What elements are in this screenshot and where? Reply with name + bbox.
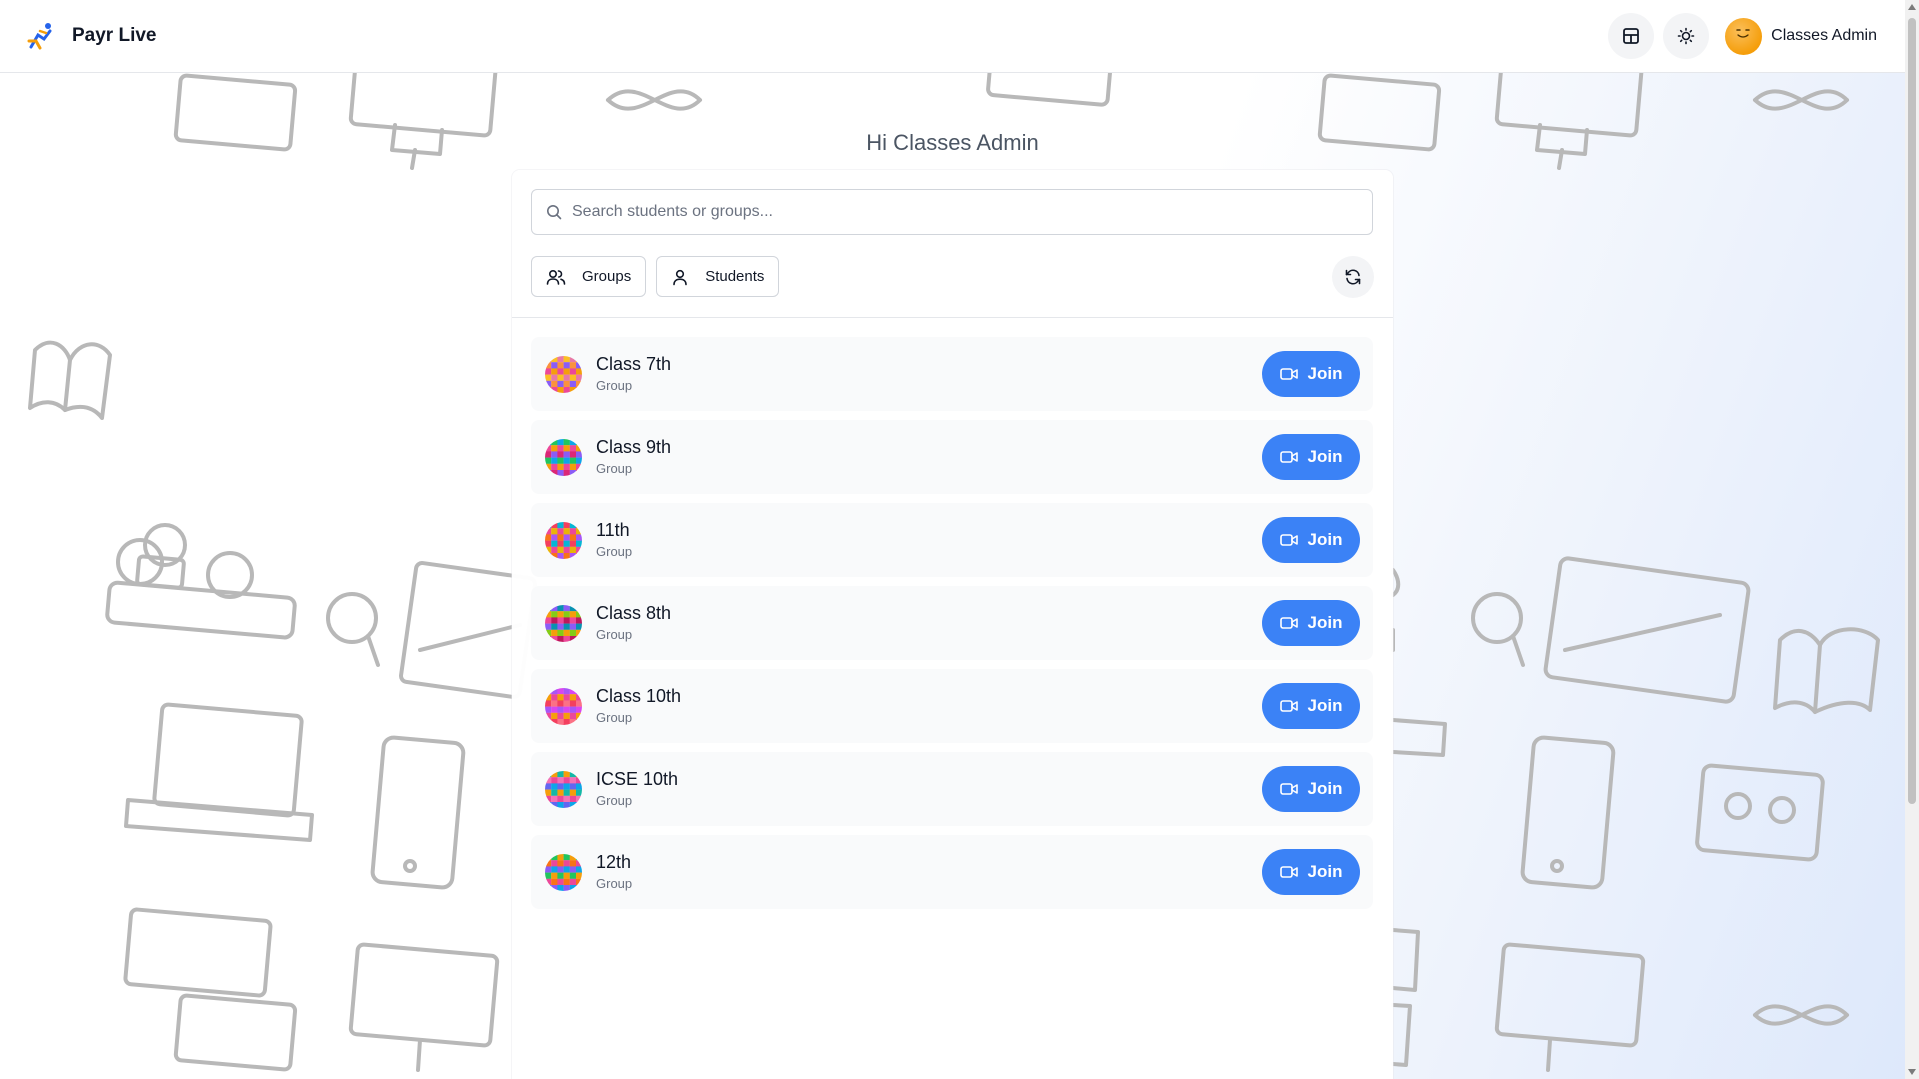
list-item[interactable]: Class 8th Group Join — [531, 586, 1373, 660]
video-camera-icon — [1279, 700, 1298, 712]
refresh-button[interactable] — [1332, 256, 1374, 298]
filter-buttons: Groups Students — [531, 256, 789, 297]
group-type: Group — [596, 461, 633, 476]
group-avatar-pattern-icon — [545, 770, 582, 808]
group-type: Group — [596, 544, 633, 559]
list-item[interactable]: Class 7th Group Join — [531, 337, 1373, 411]
join-button-label: Join — [1307, 779, 1343, 798]
join-button[interactable]: Join — [1262, 517, 1360, 563]
join-button-label: Join — [1307, 613, 1343, 632]
group-avatar-pattern-icon — [545, 687, 582, 725]
groups-filter-button[interactable]: Groups — [531, 256, 647, 297]
video-camera-icon — [1279, 617, 1298, 629]
row-text: Class 10th Group — [596, 685, 681, 727]
scroll-down-arrow-icon[interactable] — [1908, 1069, 1916, 1075]
row-text: Class 7th Group — [596, 353, 671, 395]
group-avatar-pattern-icon — [545, 355, 582, 393]
group-type: Group — [596, 793, 633, 808]
row-text: Class 9th Group — [596, 436, 671, 478]
group-avatar — [545, 604, 582, 642]
group-list: Class 7th Group Join Class 9th Group Joi… — [531, 337, 1373, 918]
group-name: ICSE 10th — [596, 769, 679, 789]
video-camera-icon — [1279, 451, 1298, 463]
video-camera-icon — [1279, 534, 1298, 546]
page-scrollbar[interactable] — [1905, 0, 1919, 1079]
list-item[interactable]: Class 10th Group Join — [531, 669, 1373, 743]
list-item[interactable]: 12th Group Join — [531, 835, 1373, 909]
row-text: 11th Group — [596, 519, 632, 561]
payr-logo-icon — [27, 23, 52, 50]
group-type: Group — [596, 710, 633, 725]
divider — [512, 317, 1393, 318]
join-button[interactable]: Join — [1262, 683, 1360, 729]
group-avatar — [545, 853, 582, 891]
search-box[interactable] — [531, 189, 1373, 235]
row-text: 12th Group — [596, 851, 632, 893]
brand[interactable]: Payr Live — [26, 21, 157, 51]
app-title: Payr Live — [72, 25, 157, 46]
search-input[interactable] — [572, 203, 1352, 221]
groups-filter-label: Groups — [582, 268, 632, 285]
join-button-label: Join — [1307, 364, 1343, 383]
layout-button[interactable] — [1608, 13, 1655, 59]
group-name: Class 8th — [596, 603, 672, 623]
group-type: Group — [596, 378, 633, 393]
user-menu[interactable]: Classes Admin — [1725, 17, 1877, 55]
group-avatar — [545, 770, 582, 808]
avatar — [1725, 17, 1763, 55]
join-button[interactable]: Join — [1262, 600, 1360, 646]
group-name: 11th — [596, 520, 630, 540]
group-type: Group — [596, 627, 633, 642]
video-camera-icon — [1279, 368, 1298, 380]
user-name: Classes Admin — [1771, 27, 1877, 44]
scroll-up-arrow-icon[interactable] — [1908, 4, 1916, 10]
list-item[interactable]: Class 9th Group Join — [531, 420, 1373, 494]
contacts-panel: Groups Students Class 7th Group — [512, 170, 1393, 1079]
group-avatar — [545, 687, 582, 725]
group-avatar — [545, 355, 582, 393]
users-icon — [546, 269, 566, 285]
join-button-label: Join — [1307, 862, 1343, 881]
video-camera-icon — [1279, 866, 1298, 878]
top-bar: Payr Live Classes Admin — [0, 0, 1905, 73]
group-avatar-pattern-icon — [545, 604, 582, 642]
join-button[interactable]: Join — [1262, 351, 1360, 397]
refresh-icon — [1345, 269, 1361, 285]
join-button[interactable]: Join — [1262, 434, 1360, 480]
video-camera-icon — [1279, 783, 1298, 795]
group-avatar — [545, 438, 582, 476]
group-avatar-pattern-icon — [545, 438, 582, 476]
list-item[interactable]: ICSE 10th Group Join — [531, 752, 1373, 826]
group-name: 12th — [596, 852, 632, 872]
students-filter-button[interactable]: Students — [656, 256, 780, 297]
students-filter-label: Students — [705, 268, 765, 285]
group-avatar — [545, 521, 582, 559]
join-button-label: Join — [1307, 530, 1343, 549]
row-text: Class 8th Group — [596, 602, 671, 644]
greeting-heading: Hi Classes Admin — [866, 130, 1039, 155]
layout-icon — [1623, 28, 1640, 44]
join-button[interactable]: Join — [1262, 766, 1360, 812]
group-name: Class 10th — [596, 686, 682, 706]
avatar-face-icon — [1736, 28, 1750, 38]
sun-icon — [1677, 27, 1695, 45]
group-avatar-pattern-icon — [545, 521, 582, 559]
join-button[interactable]: Join — [1262, 849, 1360, 895]
search-icon — [547, 205, 562, 220]
list-item[interactable]: 11th Group Join — [531, 503, 1373, 577]
row-text: ICSE 10th Group — [596, 768, 678, 810]
join-button-label: Join — [1307, 696, 1343, 715]
user-icon — [673, 269, 688, 285]
scroll-thumb[interactable] — [1908, 18, 1916, 804]
group-name: Class 9th — [596, 437, 672, 457]
join-button-label: Join — [1307, 447, 1343, 466]
group-avatar-pattern-icon — [545, 853, 582, 891]
header-actions: Classes Admin — [1599, 13, 1877, 59]
group-type: Group — [596, 876, 633, 891]
group-name: Class 7th — [596, 354, 672, 374]
theme-toggle-button[interactable] — [1663, 13, 1710, 59]
